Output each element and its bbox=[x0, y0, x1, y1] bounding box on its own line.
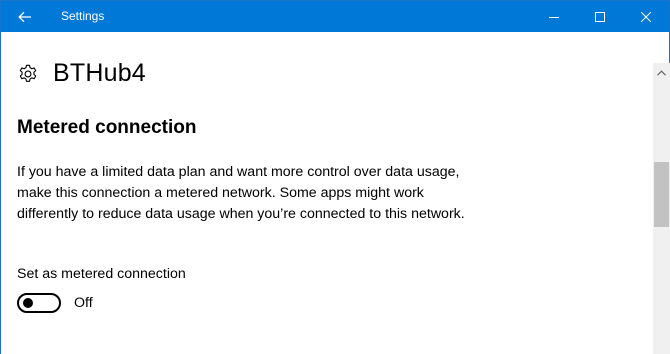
metered-toggle-label: Set as metered connection bbox=[17, 266, 186, 282]
back-button[interactable] bbox=[1, 1, 49, 32]
chevron-up-icon bbox=[657, 70, 666, 76]
toggle-state-label: Off bbox=[74, 295, 93, 311]
scroll-thumb[interactable] bbox=[654, 162, 669, 227]
settings-content: BTHub4 Metered connection If you have a … bbox=[1, 32, 653, 354]
close-button[interactable] bbox=[623, 1, 669, 32]
close-icon bbox=[641, 11, 651, 22]
minimize-icon bbox=[549, 16, 559, 18]
scroll-up-button[interactable] bbox=[653, 65, 670, 81]
page-header: BTHub4 bbox=[17, 59, 146, 88]
vertical-scrollbar[interactable] bbox=[653, 63, 670, 354]
settings-window: Settings BTHub4 Metered connection If yo… bbox=[0, 0, 670, 354]
metered-toggle-row: Off bbox=[17, 293, 93, 313]
gear-icon bbox=[19, 64, 37, 82]
title-bar: Settings bbox=[1, 1, 669, 32]
back-arrow-icon bbox=[18, 11, 31, 22]
metered-connection-toggle[interactable] bbox=[17, 293, 61, 313]
window-title: Settings bbox=[61, 9, 105, 23]
maximize-icon bbox=[595, 11, 605, 22]
section-description: If you have a limited data plan and want… bbox=[17, 164, 465, 222]
section-title: Metered connection bbox=[17, 117, 197, 138]
maximize-button[interactable] bbox=[577, 1, 623, 32]
page-title: BTHub4 bbox=[53, 59, 146, 87]
minimize-button[interactable] bbox=[531, 1, 577, 32]
toggle-knob bbox=[23, 298, 33, 308]
